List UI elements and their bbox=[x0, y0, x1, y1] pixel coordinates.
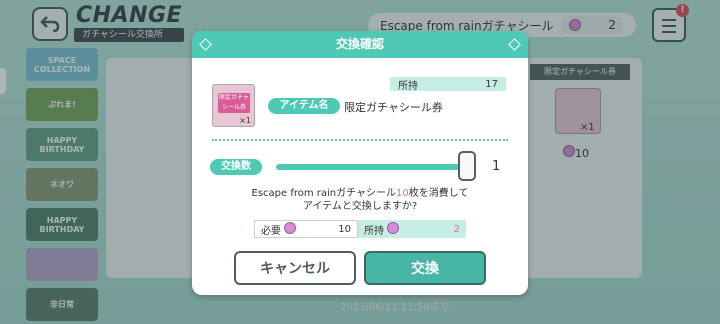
owned-label: 所持 bbox=[364, 225, 384, 237]
sticker-coin-icon bbox=[387, 221, 400, 234]
ticket-icon: 限定ガチャシール券 bbox=[218, 93, 250, 113]
held-label: 所持 bbox=[398, 80, 418, 92]
owned-value: 2 bbox=[453, 223, 460, 235]
required-cost-box: 必要 10 bbox=[254, 220, 358, 238]
quantity-value: 1 bbox=[492, 159, 501, 174]
confirm-message: Escape from rainガチャシール10枚を消費して アイテムと交換しま… bbox=[251, 188, 469, 212]
required-label: 必要 bbox=[261, 225, 281, 237]
item-count: ×1 bbox=[239, 116, 251, 125]
ticket-thumbnail: 限定ガチャシール券 ×1 bbox=[212, 84, 255, 127]
quantity-slider-thumb[interactable] bbox=[458, 151, 476, 181]
dialog-title: 交換確認 bbox=[335, 37, 384, 51]
sticker-coin-icon bbox=[284, 221, 297, 234]
required-value: 10 bbox=[338, 223, 351, 235]
diamond-icon bbox=[508, 38, 521, 51]
dotted-divider bbox=[212, 139, 508, 141]
exchange-button[interactable]: 交換 bbox=[364, 251, 486, 285]
item-name-tag: アイテム名 bbox=[268, 98, 340, 114]
held-value: 17 bbox=[485, 78, 498, 90]
diamond-icon bbox=[199, 38, 212, 51]
owned-box: 所持 2 bbox=[358, 220, 466, 238]
quantity-slider-track[interactable] bbox=[276, 164, 466, 170]
item-name: 限定ガチャシール券 bbox=[344, 101, 443, 114]
held-count-box: 所持 17 bbox=[390, 77, 506, 92]
cancel-button[interactable]: キャンセル bbox=[234, 251, 356, 285]
exchange-confirm-dialog: 交換確認 所持 17 限定ガチャシール券 ×1 アイテム名 限定ガチャシール券 … bbox=[192, 31, 528, 295]
quantity-tag: 交換数 bbox=[210, 159, 262, 175]
dialog-header: 交換確認 bbox=[192, 31, 528, 58]
